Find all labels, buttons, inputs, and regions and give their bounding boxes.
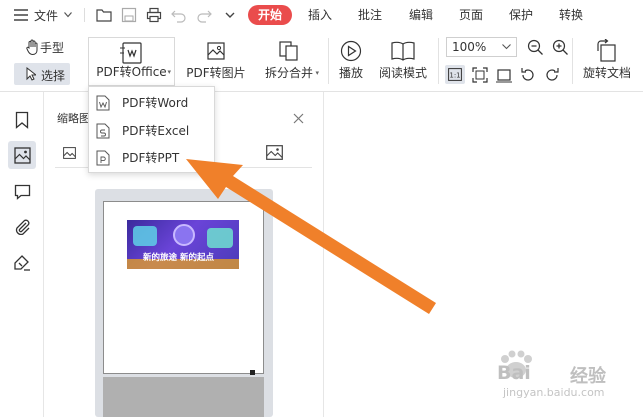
- pdf-editor-window: 文件 开始 插入 批注 编辑 页面 保护 转换 手型 选择 PDF转Office…: [0, 0, 643, 417]
- arrow-shape: [186, 159, 436, 314]
- annotation-arrow: [186, 159, 436, 314]
